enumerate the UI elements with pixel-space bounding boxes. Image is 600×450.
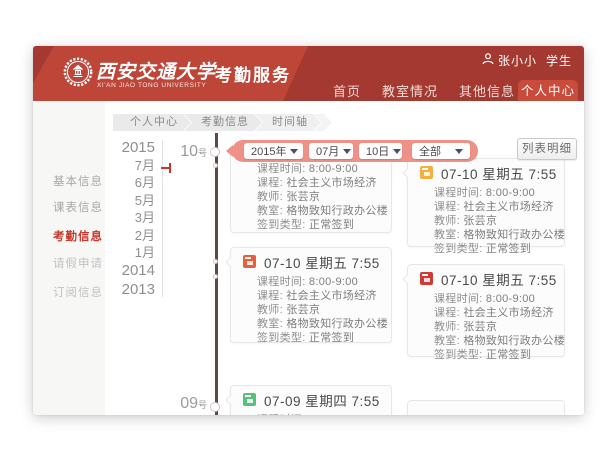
list-detail-button[interactable]: 列表明细 bbox=[517, 138, 577, 160]
breadcrumb-item[interactable]: 个人中心 bbox=[113, 114, 191, 131]
card-title: 07-10 星期五 7:55 bbox=[441, 163, 557, 183]
timeline-axis-item[interactable]: 6月 bbox=[121, 174, 155, 191]
app-window: 西安交通大学 XI'AN JIAO TONG UNIVERSITY 考勤服务 张… bbox=[33, 46, 584, 415]
user-info[interactable]: 张小小 学生 bbox=[482, 52, 572, 69]
card-field: 教师: 张芸京 bbox=[257, 303, 379, 317]
user-icon bbox=[482, 53, 494, 68]
status-stamp-icon bbox=[243, 393, 256, 406]
filter-bar-arrow-icon bbox=[226, 145, 233, 157]
chevron-down-icon bbox=[455, 149, 463, 154]
timeline-node bbox=[210, 402, 220, 412]
timeline-axis-item[interactable]: 2013 bbox=[121, 280, 155, 299]
nav-item[interactable]: 其他信息 bbox=[459, 81, 515, 100]
card-field: 教师: 张芸京 bbox=[257, 190, 379, 204]
tab-personal-center[interactable]: 个人中心 bbox=[518, 80, 578, 101]
timeline-axis-item[interactable]: 7月 bbox=[121, 157, 155, 174]
card-field: 签到类型: 正常签到 bbox=[434, 242, 552, 256]
timeline-node bbox=[213, 274, 218, 279]
attendance-card: 07-10 星期五 7:55 课程时间: 8:00-9:00课程: 社会主义市场… bbox=[230, 247, 392, 343]
university-emblem-icon bbox=[63, 57, 93, 87]
timeline-node bbox=[210, 147, 220, 157]
card-field: 课程时间: 8:00-9:00 bbox=[257, 162, 379, 176]
timeline-axis-item[interactable]: 2014 bbox=[121, 261, 155, 280]
timeline-axis-item[interactable]: 2015 bbox=[121, 138, 155, 157]
app-body: 基本信息课表信息考勤信息请假申请订阅信息 个人中心考勤信息时间轴 20157月6… bbox=[33, 101, 584, 415]
chevron-down-icon bbox=[343, 149, 351, 154]
timeline-axis: 20157月6月5月3月2月1月20142013 bbox=[121, 138, 155, 299]
sidebar-item[interactable]: 考勤信息 bbox=[53, 228, 103, 244]
year-select[interactable]: 2015年 bbox=[244, 143, 303, 159]
card-title: 07-10 星期五 7:55 bbox=[264, 252, 380, 272]
university-name-en: XI'AN JIAO TONG UNIVERSITY bbox=[97, 82, 206, 89]
day-select[interactable]: 10日 bbox=[359, 143, 402, 159]
status-stamp-icon bbox=[420, 166, 433, 179]
card-field: 教室: 格物致知行政办公楼 bbox=[434, 228, 552, 242]
card-field: 教师: 张芸京 bbox=[434, 214, 552, 228]
user-role: 学生 bbox=[546, 52, 572, 69]
timeline-axis-item[interactable]: 3月 bbox=[121, 209, 155, 226]
card-field: 课程时间: 8:00-9:00 bbox=[434, 186, 552, 200]
app-title: 考勤服务 bbox=[215, 61, 291, 86]
card-title: 07-09 星期四 7:55 bbox=[264, 390, 380, 410]
status-stamp-icon bbox=[243, 255, 256, 268]
card-field: 课程时间: 8:00-9:00 bbox=[434, 292, 552, 306]
timeline-axis-item[interactable]: 2月 bbox=[121, 227, 155, 244]
university-name: 西安交通大学 bbox=[96, 57, 216, 84]
card-field: 课程: 社会主义市场经济 bbox=[434, 306, 552, 320]
card-field: 教室: 格物致知行政办公楼 bbox=[257, 204, 379, 218]
card-field: 课程: 社会主义市场经济 bbox=[434, 200, 552, 214]
sidebar-item[interactable]: 课表信息 bbox=[53, 199, 103, 215]
nav-item[interactable]: 教室情况 bbox=[382, 81, 438, 100]
attendance-card: 课程时间: 8:00-9:00课程: 社会主义市场经济教师: 张芸京教室: 格物… bbox=[230, 150, 392, 233]
timeline-node bbox=[213, 163, 218, 168]
attendance-card: 07-10 星期五 7:55 课程时间: 8:00-9:00课程: 社会主义市场… bbox=[407, 264, 565, 357]
card-field: 教室: 格物致知行政办公楼 bbox=[257, 317, 379, 331]
timeline-axis-item[interactable]: 5月 bbox=[121, 192, 155, 209]
card-field: 签到类型: 正常签到 bbox=[434, 348, 552, 362]
attendance-card: 07-10 星期五 7:55 课程时间: 8:00-9:00课程: 社会主义市场… bbox=[407, 158, 565, 247]
card-field: 签到类型: 正常签到 bbox=[257, 331, 379, 345]
user-name: 张小小 bbox=[498, 52, 537, 69]
chevron-down-icon bbox=[393, 149, 401, 154]
card-field: 教师: 张芸京 bbox=[434, 320, 552, 334]
main-nav: 首页 教室情况 其他信息 bbox=[333, 80, 515, 101]
sidebar-item[interactable]: 基本信息 bbox=[53, 173, 103, 189]
attendance-card bbox=[407, 400, 565, 415]
screenshot-canvas: 西安交通大学 XI'AN JIAO TONG UNIVERSITY 考勤服务 张… bbox=[0, 0, 600, 450]
timeline-axis-item[interactable]: 1月 bbox=[121, 244, 155, 261]
card-field: 教室: 格物致知行政办公楼 bbox=[434, 334, 552, 348]
breadcrumb-item[interactable]: 考勤信息 bbox=[184, 114, 262, 131]
filter-bar: 2015年 07月 10日 全部 bbox=[232, 140, 478, 162]
timeline-day-label: 09号 bbox=[167, 395, 207, 413]
nav-item[interactable]: 首页 bbox=[333, 81, 361, 100]
month-select[interactable]: 07月 bbox=[309, 143, 353, 159]
breadcrumb-item[interactable]: 时间轴 bbox=[255, 114, 321, 131]
card-field: 课程时间: 8:00-9:00 bbox=[257, 413, 379, 415]
chevron-down-icon bbox=[290, 149, 298, 154]
card-title: 07-10 星期五 7:55 bbox=[441, 269, 557, 289]
current-month-marker-icon bbox=[161, 163, 171, 173]
timeline-node bbox=[213, 259, 218, 264]
app-header: 西安交通大学 XI'AN JIAO TONG UNIVERSITY 考勤服务 张… bbox=[33, 46, 584, 101]
sidebar-item[interactable]: 订阅信息 bbox=[53, 284, 103, 300]
card-field: 课程: 社会主义市场经济 bbox=[257, 176, 379, 190]
timeline-day-label: 10号 bbox=[167, 143, 207, 161]
breadcrumb: 个人中心考勤信息时间轴 bbox=[113, 114, 332, 131]
type-select[interactable]: 全部 bbox=[412, 143, 470, 159]
status-stamp-icon bbox=[420, 272, 433, 285]
card-field: 课程时间: 8:00-9:00 bbox=[257, 275, 379, 289]
card-field: 课程: 社会主义市场经济 bbox=[257, 289, 379, 303]
card-field: 签到类型: 正常签到 bbox=[257, 218, 379, 232]
sidebar-item[interactable]: 请假申请 bbox=[53, 255, 103, 271]
attendance-card: 07-09 星期四 7:55 课程时间: 8:00-9:00课程: 社会主义市场… bbox=[230, 385, 392, 415]
